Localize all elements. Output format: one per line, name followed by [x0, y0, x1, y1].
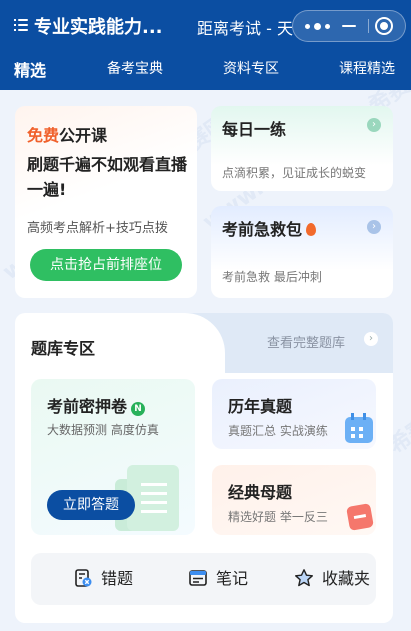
exam-rescue-title-wrap: 考前急救包 — [222, 216, 317, 240]
daily-practice-card[interactable]: 每日一练 › 点滴积累，见证成长的蜕变 — [211, 106, 393, 191]
capsule-divider — [368, 19, 369, 33]
secret-paper-title-wrap: 考前密押卷 N — [47, 393, 146, 417]
chevron-right-icon: › — [367, 118, 381, 132]
free-course-description: 高频考点解析+技巧点拨 — [27, 221, 168, 236]
past-exams-card[interactable]: 历年真题 真题汇总 实战演练 — [212, 379, 376, 449]
free-course-title-rest: 公开课 — [59, 126, 108, 145]
nav-tabs: 精选 备考宝典 资料专区 课程精选 — [0, 52, 411, 88]
exam-rescue-description: 考前急救 最后冲刺 — [222, 270, 322, 284]
secret-paper-card[interactable]: 考前密押卷 N 大数据预测 高度仿真 立即答题 — [31, 379, 195, 535]
notes-label: 笔记 — [216, 569, 249, 588]
free-highlight: 免费 — [27, 126, 60, 145]
tab-courses[interactable]: 课程精选 — [339, 58, 395, 78]
classic-papers-title: 经典母题 — [228, 483, 293, 502]
classic-papers-card[interactable]: 经典母题 精选好题 举一反三 — [212, 465, 376, 535]
question-bank-title: 题库专区 — [31, 339, 96, 358]
question-tools-bar: 错题 笔记 收藏夹 — [31, 553, 376, 605]
exam-countdown: 距离考试 - 天 — [197, 19, 293, 38]
question-bank-section: 题库专区 查看完整题库 › 考前密押卷 N 大数据预测 高度仿真 立即答题 历年真… — [15, 313, 393, 623]
free-course-card[interactable]: 免费公开课 刷题千遍不如观看直播一遍! 高频考点解析+技巧点拨 点击抢占前排座位 — [15, 106, 197, 298]
new-badge: N — [131, 402, 146, 416]
close-circle-icon[interactable] — [375, 17, 393, 35]
tab-materials[interactable]: 资料专区 — [223, 58, 279, 78]
menu-icon[interactable] — [14, 16, 28, 32]
daily-practice-title: 每日一练 — [222, 120, 287, 139]
flame-icon — [306, 223, 317, 236]
past-exams-description: 真题汇总 实战演练 — [228, 424, 328, 438]
tab-study-guide[interactable]: 备考宝典 — [107, 58, 163, 78]
notes-icon — [189, 570, 207, 586]
classic-papers-description: 精选好题 举一反三 — [228, 510, 328, 524]
exam-rescue-title: 考前急救包 — [222, 220, 303, 239]
past-exams-title: 历年真题 — [228, 397, 293, 416]
wrong-question-icon — [75, 569, 92, 587]
minimize-icon[interactable] — [339, 11, 361, 41]
secret-paper-description: 大数据预测 高度仿真 — [47, 423, 159, 437]
daily-practice-description: 点滴积累，见证成长的蜕变 — [222, 166, 367, 180]
app-header: 专业实践能力... 距离考试 - 天 精选 备考宝典 资料专区 课程精选 — [0, 0, 411, 90]
favorites-label: 收藏夹 — [322, 569, 371, 588]
secret-paper-title: 考前密押卷 — [47, 397, 128, 416]
chevron-right-icon[interactable]: › — [364, 332, 378, 346]
chevron-right-icon: › — [367, 220, 381, 234]
free-course-title: 免费公开课 — [27, 122, 107, 146]
exam-rescue-card[interactable]: 考前急救包 › 考前急救 最后冲刺 — [211, 206, 393, 298]
free-course-subtitle: 刷题千遍不如观看直播一遍! — [27, 155, 188, 199]
view-all-questions-link[interactable]: 查看完整题库 — [267, 332, 345, 351]
start-answering-button[interactable]: 立即答题 — [47, 490, 135, 520]
reserve-seat-button[interactable]: 点击抢占前排座位 — [30, 249, 182, 281]
star-icon — [295, 569, 313, 587]
page-title[interactable]: 专业实践能力... — [34, 13, 163, 39]
miniprogram-capsule — [292, 10, 406, 42]
paper-illustration-icon — [127, 465, 179, 531]
tab-featured[interactable]: 精选 — [14, 57, 46, 81]
book-icon — [346, 503, 374, 531]
wrong-questions-label: 错题 — [101, 569, 134, 588]
more-dots-icon[interactable] — [303, 11, 335, 41]
calendar-icon — [345, 413, 373, 443]
